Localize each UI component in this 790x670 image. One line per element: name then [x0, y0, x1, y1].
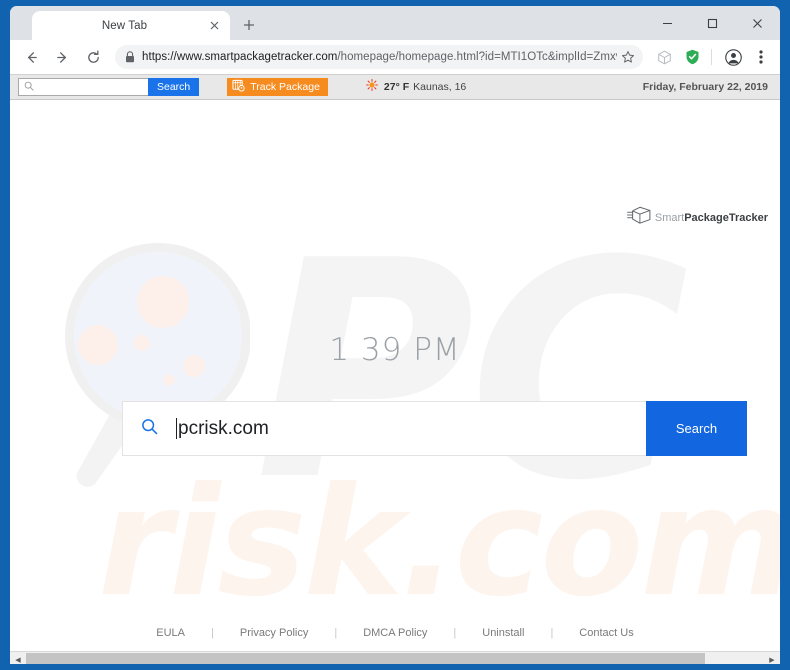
footer-separator: |: [211, 627, 214, 639]
lock-icon: [125, 51, 135, 63]
search-icon: [24, 78, 34, 96]
three-dot-menu-icon[interactable]: [748, 44, 774, 70]
browser-window: New Tab https://www.smartpackagetracker.…: [10, 6, 780, 664]
risk-watermark: risk.com: [98, 456, 780, 630]
search-icon: [141, 418, 158, 440]
weather-temperature: 27° F: [383, 81, 410, 93]
url-path: /homepage/homepage.html?id=MTI1OTc&implI…: [337, 51, 617, 63]
text-cursor: [176, 418, 177, 439]
url-scheme-host: https://www.smartpackagetracker.com: [142, 51, 338, 63]
tab-title: New Tab: [101, 19, 148, 32]
toolbar-divider: [711, 49, 712, 65]
main-search-bar: pcrisk.com Search: [122, 401, 747, 456]
reload-icon[interactable]: [80, 44, 107, 71]
toolbar-date: Friday, February 22, 2019: [642, 81, 768, 93]
page-content: PC risk.com SmartPackageTracker 1 39 PM …: [10, 100, 780, 651]
forward-arrow-icon[interactable]: [49, 44, 76, 71]
screen: New Tab https://www.smartpackagetracker.…: [0, 0, 790, 670]
horizontal-scrollbar[interactable]: ◀ ▶: [10, 651, 780, 664]
browser-tab[interactable]: New Tab: [32, 11, 230, 40]
package-extension-icon[interactable]: [651, 44, 677, 70]
pc-watermark: PC: [255, 197, 689, 546]
weather-location: Kaunas, 16: [413, 81, 467, 93]
track-package-label: Track Package: [250, 81, 320, 93]
toolbar-search-button[interactable]: Search: [148, 78, 200, 96]
magnifier-watermark: [65, 243, 250, 487]
profile-avatar-icon[interactable]: [720, 44, 746, 70]
shield-check-icon[interactable]: [679, 44, 705, 70]
brand-name: SmartPackageTracker: [655, 212, 768, 224]
footer-separator: |: [334, 627, 338, 639]
footer-link-dmca-policy[interactable]: DMCA Policy: [359, 627, 431, 639]
sun-icon: [365, 78, 378, 96]
window-close-button[interactable]: [735, 6, 780, 40]
address-bar[interactable]: https://www.smartpackagetracker.com/home…: [115, 45, 643, 69]
footer-separator: |: [453, 627, 457, 639]
package-box-logo-icon: [626, 205, 652, 230]
main-search-input[interactable]: pcrisk.com: [122, 401, 646, 456]
footer-separator: |: [550, 627, 554, 639]
tab-strip: New Tab: [10, 6, 780, 40]
toolbar-search-group: Search: [18, 78, 200, 96]
scroll-right-arrow-icon[interactable]: ▶: [764, 652, 780, 664]
main-search-value: pcrisk.com: [178, 417, 269, 439]
track-package-button[interactable]: Track Package: [227, 78, 328, 96]
weather-widget[interactable]: 27° F Kaunas, 16: [365, 78, 467, 96]
scroll-left-arrow-icon[interactable]: ◀: [10, 652, 26, 664]
clock-display: 1 39 PM: [329, 332, 461, 368]
footer-link-contact-us[interactable]: Contact Us: [575, 627, 637, 639]
tab-close-icon[interactable]: [203, 15, 225, 37]
footer-link-eula[interactable]: EULA: [152, 627, 189, 639]
scrollbar-thumb[interactable]: [26, 653, 705, 664]
brand-name-bold: PackageTracker: [684, 211, 768, 224]
footer-links: EULA | Privacy Policy | DMCA Policy | Un…: [10, 627, 780, 639]
window-maximize-button[interactable]: [690, 6, 735, 40]
bookmark-star-icon[interactable]: [621, 50, 635, 64]
footer-link-uninstall[interactable]: Uninstall: [478, 627, 528, 639]
omnibox-row: https://www.smartpackagetracker.com/home…: [10, 40, 780, 74]
footer-link-privacy-policy[interactable]: Privacy Policy: [236, 627, 312, 639]
brand-logo[interactable]: SmartPackageTracker: [626, 205, 768, 230]
main-search-button[interactable]: Search: [646, 401, 747, 456]
new-tab-button[interactable]: [238, 14, 260, 36]
package-tracking-icon: [232, 79, 246, 95]
back-arrow-icon[interactable]: [18, 44, 45, 71]
scrollbar-track[interactable]: [26, 652, 764, 664]
partner-toolbar: Search Track Package 27° F Kaunas, 16 Fr…: [10, 74, 780, 100]
toolbar-search-input[interactable]: [18, 78, 148, 96]
window-minimize-button[interactable]: [645, 6, 690, 40]
window-controls: [645, 6, 780, 40]
address-bar-url: https://www.smartpackagetracker.com/home…: [142, 51, 617, 63]
brand-name-light: Smart: [654, 211, 685, 224]
